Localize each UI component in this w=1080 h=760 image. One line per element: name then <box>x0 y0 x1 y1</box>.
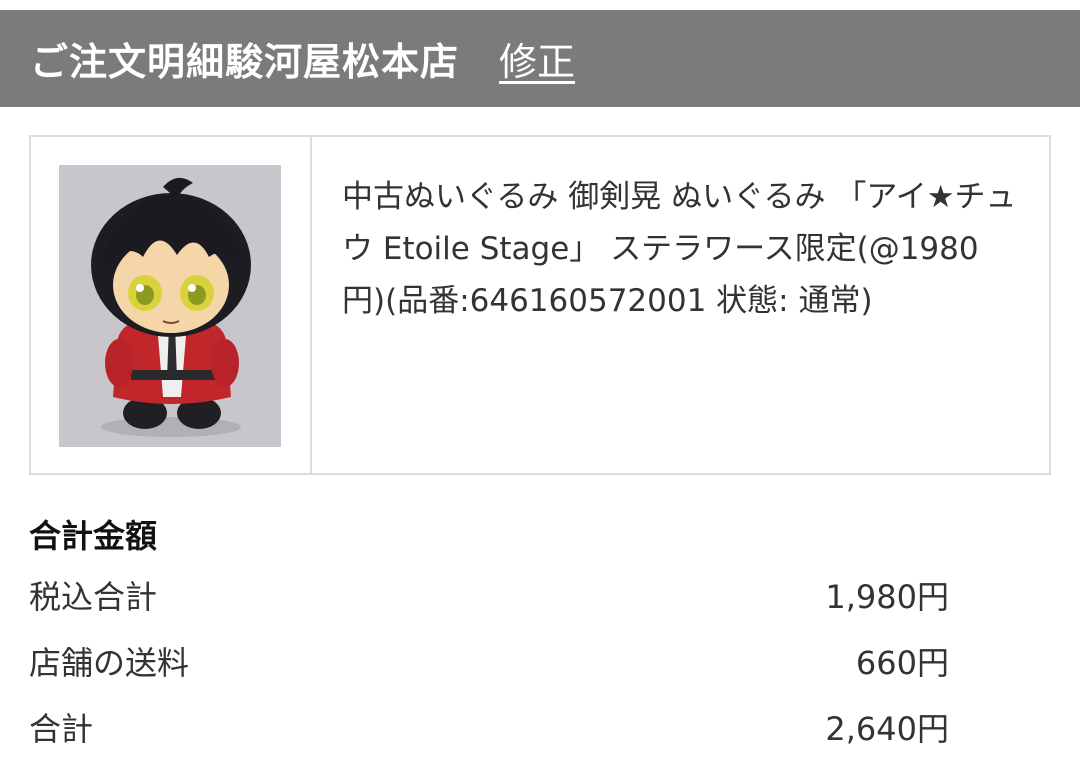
shipping-label: 店舗の送料 <box>29 644 190 682</box>
subtotal-row: 税込合計 1,980円 <box>29 562 949 628</box>
header-bar: ご注文明細駿河屋松本店 修正 <box>0 10 1080 107</box>
order-item: 中古ぬいぐるみ 御剣晃 ぬいぐるみ 「アイ★チュウ Etoile Stage」 … <box>29 135 1051 475</box>
shipping-row: 店舗の送料 660円 <box>29 628 949 694</box>
item-name-link[interactable]: 中古ぬいぐるみ 御剣晃 ぬいぐるみ 「アイ★チュウ Etoile Stage」 … <box>342 171 1019 327</box>
shipping-value: 660円 <box>855 644 949 682</box>
totals-heading: 合計金額 <box>29 517 158 555</box>
edit-link[interactable]: 修正 <box>499 31 575 86</box>
totals-section: 合計金額 税込合計 1,980円 店舗の送料 660円 合計 2,640円 <box>29 510 949 760</box>
item-thumbnail-cell <box>31 137 312 473</box>
top-strip <box>0 0 1080 10</box>
grand-total-label: 合計 <box>29 710 94 748</box>
item-info: 中古ぬいぐるみ 御剣晃 ぬいぐるみ 「アイ★チュウ Etoile Stage」 … <box>312 137 1049 473</box>
subtotal-value: 1,980円 <box>825 578 949 616</box>
page-title: ご注文明細駿河屋松本店 <box>30 40 460 84</box>
grand-total-value: 2,640円 <box>825 710 949 748</box>
plush-doll-image[interactable] <box>59 165 281 447</box>
grand-total-row: 合計 2,640円 <box>29 694 949 760</box>
subtotal-label: 税込合計 <box>29 578 158 616</box>
